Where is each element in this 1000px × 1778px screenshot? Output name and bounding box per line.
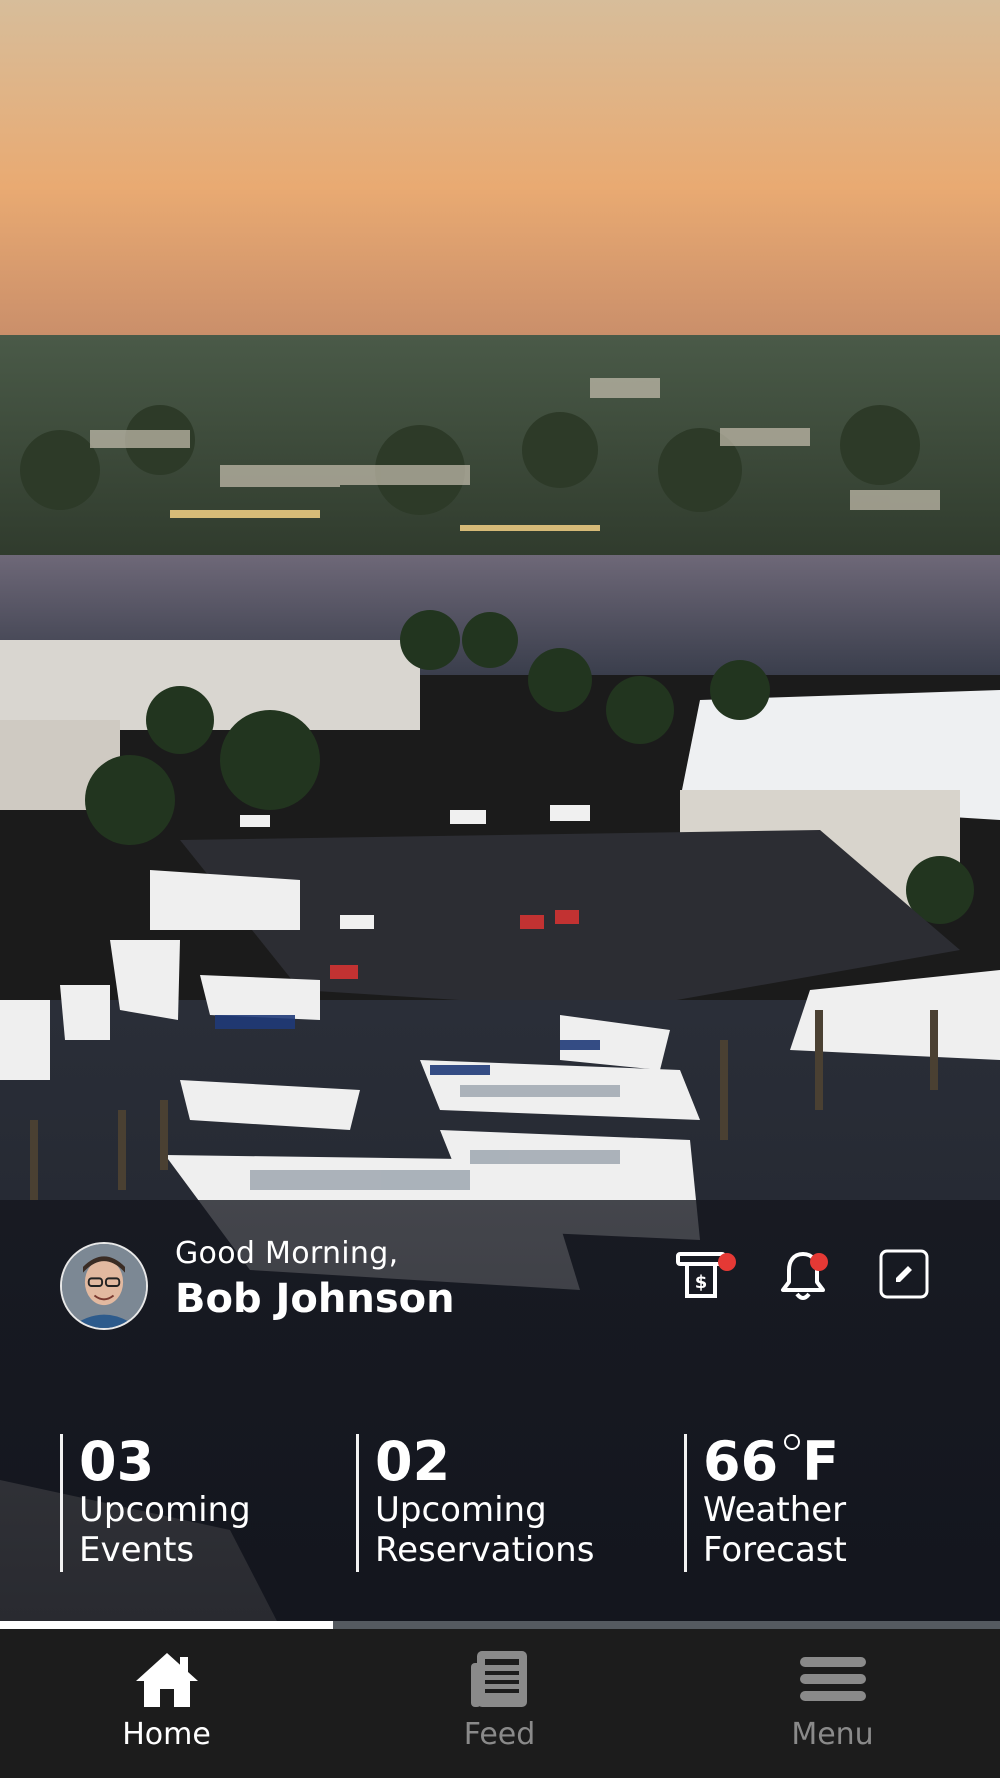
nav-label-feed: Feed bbox=[463, 1717, 536, 1752]
stat-label-line2: Events bbox=[79, 1530, 195, 1570]
billing-badge bbox=[718, 1253, 736, 1271]
stat-value: 03 bbox=[79, 1430, 155, 1493]
home-icon bbox=[134, 1649, 200, 1709]
notifications-button[interactable] bbox=[775, 1248, 831, 1304]
billing-button[interactable]: $ bbox=[675, 1248, 736, 1304]
stat-label-line1: Upcoming bbox=[375, 1490, 547, 1530]
weather-value: 66 F bbox=[703, 1434, 847, 1490]
nav-item-feed[interactable]: Feed bbox=[333, 1629, 666, 1778]
avatar[interactable] bbox=[60, 1242, 148, 1330]
menu-icon bbox=[799, 1649, 866, 1709]
bottom-navigation: Home Feed Menu bbox=[0, 1629, 1000, 1778]
edit-button[interactable] bbox=[878, 1248, 930, 1300]
edit-icon bbox=[879, 1249, 929, 1299]
stat-upcoming-events[interactable]: 03 Upcoming Events bbox=[60, 1434, 251, 1572]
nav-item-home[interactable]: Home bbox=[0, 1629, 333, 1778]
stat-weather-forecast[interactable]: 66 F Weather Forecast bbox=[684, 1434, 847, 1572]
user-name: Bob Johnson bbox=[175, 1276, 455, 1322]
carousel-progress-fill bbox=[0, 1621, 333, 1629]
feed-icon bbox=[467, 1649, 533, 1709]
carousel-progress-track bbox=[0, 1621, 1000, 1629]
temperature-number: 66 bbox=[703, 1430, 779, 1493]
stat-label-line2: Reservations bbox=[375, 1530, 595, 1570]
nav-label-menu: Menu bbox=[791, 1717, 874, 1752]
stat-label-line1: Weather bbox=[703, 1490, 847, 1530]
temperature-unit: F bbox=[802, 1430, 840, 1493]
stat-label-line1: Upcoming bbox=[79, 1490, 251, 1530]
profile-photo bbox=[62, 1244, 146, 1328]
greeting-text: Good Morning, bbox=[175, 1236, 399, 1271]
nav-label-home: Home bbox=[122, 1717, 211, 1752]
degree-symbol-icon bbox=[784, 1434, 801, 1450]
stat-value: 02 bbox=[375, 1430, 451, 1493]
notifications-badge bbox=[810, 1253, 828, 1271]
svg-text:$: $ bbox=[695, 1272, 708, 1293]
stat-upcoming-reservations[interactable]: 02 Upcoming Reservations bbox=[356, 1434, 594, 1572]
nav-item-menu[interactable]: Menu bbox=[666, 1629, 999, 1778]
stat-label-line2: Forecast bbox=[703, 1530, 847, 1570]
